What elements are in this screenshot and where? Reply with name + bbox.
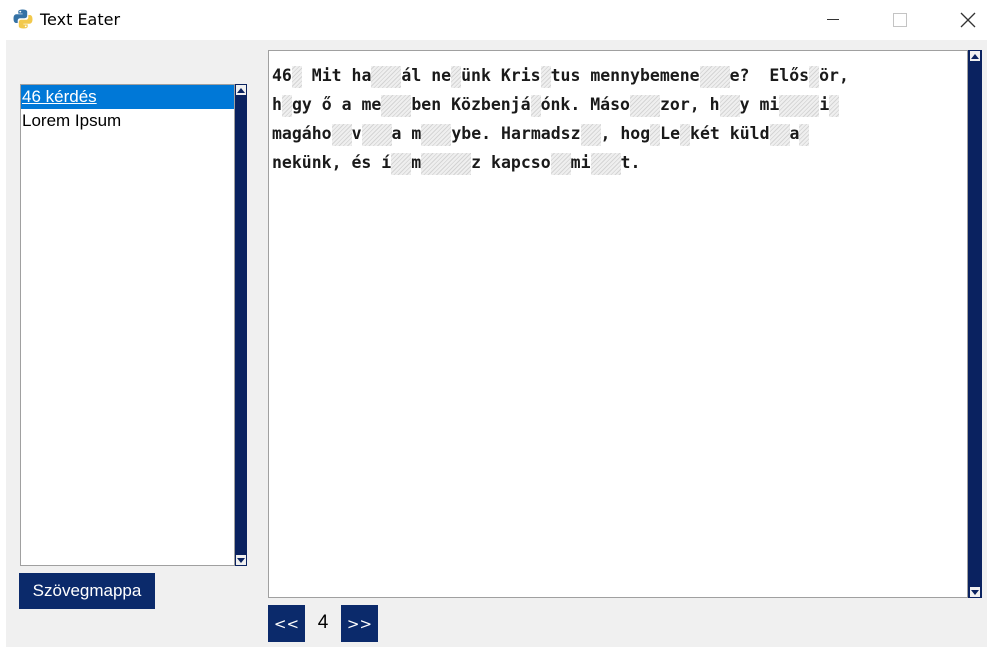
title-bar: Text Eater xyxy=(0,0,987,40)
eaten-gap xyxy=(371,65,402,88)
maximize-icon xyxy=(893,13,907,27)
text-segment: tus mennybemene xyxy=(550,66,700,85)
window-title: Text Eater xyxy=(40,10,121,29)
text-segment: 46 xyxy=(272,66,292,85)
eaten-gap xyxy=(291,65,302,88)
text-segment: i xyxy=(819,95,830,114)
text-segment: ybe. Harmadsz xyxy=(451,124,581,143)
text-line: 46 Mit ha ál ne ünk Kris tus mennybemene e? … xyxy=(272,61,962,90)
eaten-gap xyxy=(540,65,551,88)
text-segment: y mi xyxy=(739,95,780,114)
minimize-icon xyxy=(827,19,839,21)
text-line: nekünk, és í m z kapcso mi t. xyxy=(272,148,962,177)
scroll-up-icon[interactable] xyxy=(235,84,247,96)
text-segment: h xyxy=(272,95,282,114)
scroll-down-icon[interactable] xyxy=(235,554,247,566)
text-line: h gy ő a me ben Közbenjá ónk. Máso zor, h y m… xyxy=(272,90,962,119)
list-item[interactable]: 46 kérdés xyxy=(21,85,234,109)
text-segment: z kapcso xyxy=(471,153,551,172)
text-segment: ál ne xyxy=(401,66,452,85)
text-segment: nekünk, és í xyxy=(272,153,392,172)
text-scrollbar[interactable] xyxy=(968,50,982,598)
eaten-gap xyxy=(590,152,621,175)
text-segment: , hog xyxy=(600,124,651,143)
text-segment: v xyxy=(351,124,362,143)
next-page-button[interactable]: >> xyxy=(341,605,378,642)
text-segment: két küld xyxy=(690,124,770,143)
text-display[interactable]: 46 Mit ha ál ne ünk Kris tus mennybemene e? … xyxy=(268,50,968,598)
eaten-gap xyxy=(421,152,472,175)
minimize-button[interactable] xyxy=(810,0,856,40)
eaten-gap xyxy=(391,152,412,175)
close-button[interactable] xyxy=(945,0,987,40)
text-segment: zor, h xyxy=(659,95,720,114)
text-segment: ünk Kris xyxy=(461,66,541,85)
eaten-gap xyxy=(381,94,412,117)
text-segment: a xyxy=(789,124,800,143)
eaten-gap xyxy=(809,65,820,88)
eaten-gap xyxy=(699,65,730,88)
text-segment: ben Közbenjá xyxy=(411,95,531,114)
text-segment: m xyxy=(411,153,422,172)
eaten-gap xyxy=(680,123,691,146)
eaten-gap xyxy=(361,123,392,146)
eaten-gap xyxy=(779,94,820,117)
text-segment: gy ő a me xyxy=(291,95,382,114)
list-item[interactable]: Lorem Ipsum xyxy=(21,109,234,133)
text-segment: magáho xyxy=(272,124,332,143)
text-segment: ör, xyxy=(819,66,849,85)
scroll-up-icon[interactable] xyxy=(968,50,982,62)
eaten-gap xyxy=(550,152,571,175)
text-segment: ónk. Máso xyxy=(540,95,630,114)
eaten-gap xyxy=(530,94,541,117)
text-folder-button[interactable]: Szövegmappa xyxy=(19,573,155,609)
python-icon xyxy=(12,8,34,30)
text-segment: Le xyxy=(660,124,681,143)
prev-page-button[interactable]: << xyxy=(268,605,305,642)
eaten-gap xyxy=(829,94,840,117)
maximize-button[interactable] xyxy=(877,0,923,40)
text-list[interactable]: 46 kérdés Lorem Ipsum xyxy=(20,84,235,566)
eaten-gap xyxy=(451,65,462,88)
text-segment: a m xyxy=(391,124,422,143)
eaten-gap xyxy=(580,123,601,146)
page-number: 4 xyxy=(317,612,329,633)
text-segment: e? Elős xyxy=(729,66,810,85)
eaten-gap xyxy=(629,94,660,117)
eaten-gap xyxy=(421,123,452,146)
text-line: magáho v a m ybe. Harmadsz , hog Le két küld a xyxy=(272,119,962,148)
scroll-down-icon[interactable] xyxy=(968,586,982,598)
eaten-gap xyxy=(281,94,292,117)
eaten-gap xyxy=(799,123,810,146)
text-segment: Mit ha xyxy=(301,66,372,85)
eaten-gap xyxy=(769,123,790,146)
eaten-gap xyxy=(331,123,352,146)
text-content: 46 Mit ha ál ne ünk Kris tus mennybemene e? … xyxy=(272,61,962,177)
eaten-gap xyxy=(719,94,740,117)
close-icon xyxy=(960,12,976,28)
eaten-gap xyxy=(650,123,661,146)
text-segment: t. xyxy=(620,153,641,172)
list-scrollbar[interactable] xyxy=(235,84,247,566)
text-segment: mi xyxy=(570,153,591,172)
